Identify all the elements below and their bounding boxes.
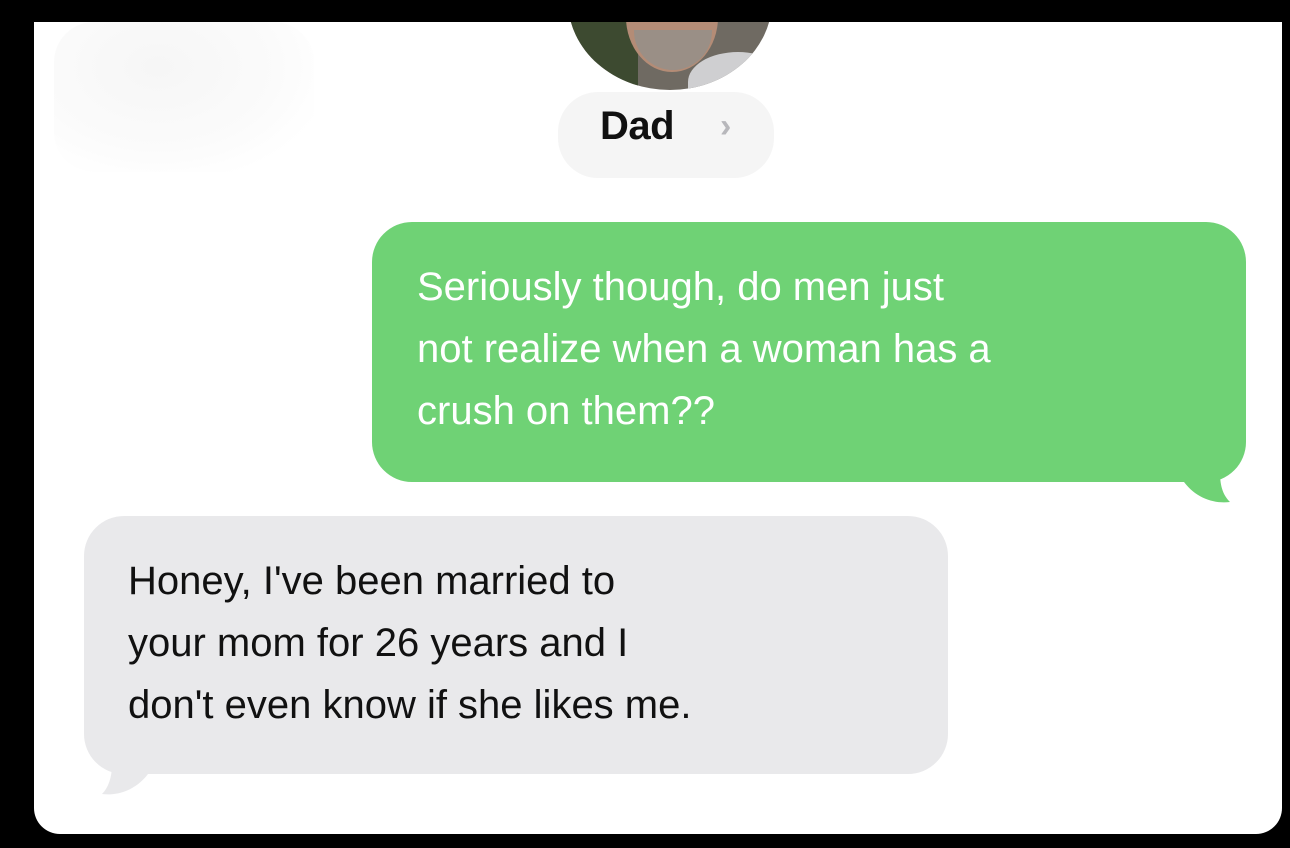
outgoing-bubble-tail — [1174, 432, 1230, 503]
chevron-right-icon[interactable]: › — [720, 106, 731, 146]
outgoing-message-bubble[interactable]: Seriously though, do men just not realiz… — [372, 222, 1246, 482]
message-line: not realize when a woman has a — [417, 327, 991, 371]
incoming-message-bubble[interactable]: Honey, I've been married to your mom for… — [84, 516, 948, 774]
incoming-bubble-tail — [102, 722, 158, 795]
messages-screen: Dad › Seriously though, do men just not … — [34, 22, 1282, 834]
message-line: Seriously though, do men just — [417, 265, 944, 309]
contact-name[interactable]: Dad — [600, 104, 675, 148]
message-line: crush on them?? — [417, 389, 715, 433]
message-line: your mom for 26 years and I — [128, 621, 629, 665]
message-line: don't even know if she likes me. — [128, 683, 692, 727]
message-line: Honey, I've been married to — [128, 559, 616, 603]
background-smudge — [54, 22, 314, 172]
contact-avatar[interactable] — [568, 22, 772, 90]
